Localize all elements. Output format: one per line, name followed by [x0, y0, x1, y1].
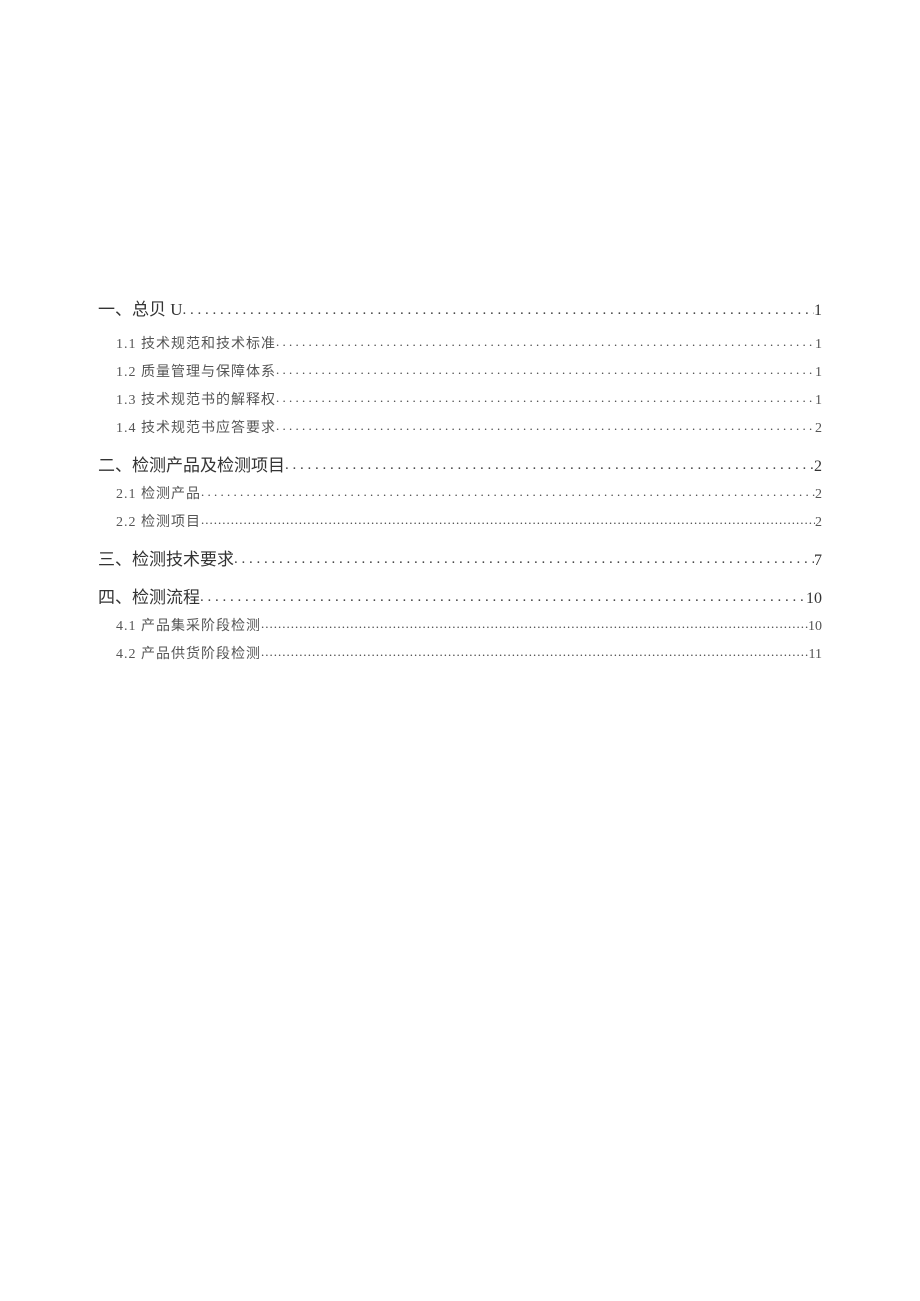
toc-leader-dots: [276, 390, 815, 406]
toc-leader-dots: [261, 616, 808, 632]
toc-leader-dots: [276, 334, 815, 350]
toc-label: 2.1 检测产品: [116, 487, 201, 504]
toc-entry-1-1: 1.1 技术规范和技术标准 1: [98, 336, 822, 354]
toc-leader-dots: [183, 301, 814, 319]
toc-leader-dots: [234, 550, 814, 568]
toc-leader-dots: [261, 644, 809, 660]
toc-page-number: 10: [806, 589, 822, 608]
toc-page-number: 2: [815, 487, 822, 504]
toc-leader-dots: [201, 484, 815, 500]
toc-leader-dots: [276, 362, 815, 378]
toc-label: 二、检测产品及检测项目: [98, 456, 285, 476]
toc-entry-2-1: 2.1 检测产品 2: [98, 486, 822, 504]
toc-label: 1.4 技术规范书应答要求: [116, 421, 276, 438]
toc-entry-3: 三、检测技术要求 7: [98, 550, 822, 570]
toc-leader-dots: [201, 512, 815, 528]
toc-page-number: 1: [815, 337, 822, 354]
toc-page-number: 10: [808, 619, 822, 636]
toc-label: 一、总贝 U: [98, 300, 183, 320]
toc-page-number: 7: [814, 551, 822, 570]
toc-label: 四、检测流程: [98, 588, 200, 608]
toc-label: 2.2 检测项目: [116, 515, 201, 532]
toc-page-number: 2: [815, 421, 822, 438]
toc-entry-4-1: 4.1 产品集采阶段检测 10: [98, 618, 822, 636]
toc-label: 4.1 产品集采阶段检测: [116, 619, 261, 636]
toc-leader-dots: [276, 418, 815, 434]
toc-entry-1-4: 1.4 技术规范书应答要求 2: [98, 420, 822, 438]
toc-leader-dots: [200, 588, 806, 606]
toc-entry-1-2: 1.2 质量管理与保障体系 1: [98, 364, 822, 382]
toc-label: 1.3 技术规范书的解释权: [116, 393, 276, 410]
document-page: 一、总贝 U 1 1.1 技术规范和技术标准 1 1.2 质量管理与保障体系 1…: [0, 0, 920, 664]
toc-label: 4.2 产品供货阶段检测: [116, 647, 261, 664]
toc-entry-4-2: 4.2 产品供货阶段检测 11: [98, 646, 822, 664]
toc-label: 1.1 技术规范和技术标准: [116, 337, 276, 354]
toc-page-number: 2: [815, 515, 822, 532]
toc-entry-1: 一、总贝 U 1: [98, 300, 822, 320]
toc-entry-4: 四、检测流程 10: [98, 588, 822, 608]
toc-label: 三、检测技术要求: [98, 550, 234, 570]
toc-leader-dots: [285, 456, 814, 474]
toc-page-number: 11: [809, 647, 822, 664]
toc-page-number: 1: [814, 301, 822, 320]
toc-page-number: 1: [815, 365, 822, 382]
toc-entry-1-3: 1.3 技术规范书的解释权 1: [98, 392, 822, 410]
toc-page-number: 1: [815, 393, 822, 410]
toc-label: 1.2 质量管理与保障体系: [116, 365, 276, 382]
toc-page-number: 2: [814, 457, 822, 476]
toc-entry-2: 二、检测产品及检测项目 2: [98, 456, 822, 476]
toc-entry-2-2: 2.2 检测项目 2: [98, 514, 822, 532]
